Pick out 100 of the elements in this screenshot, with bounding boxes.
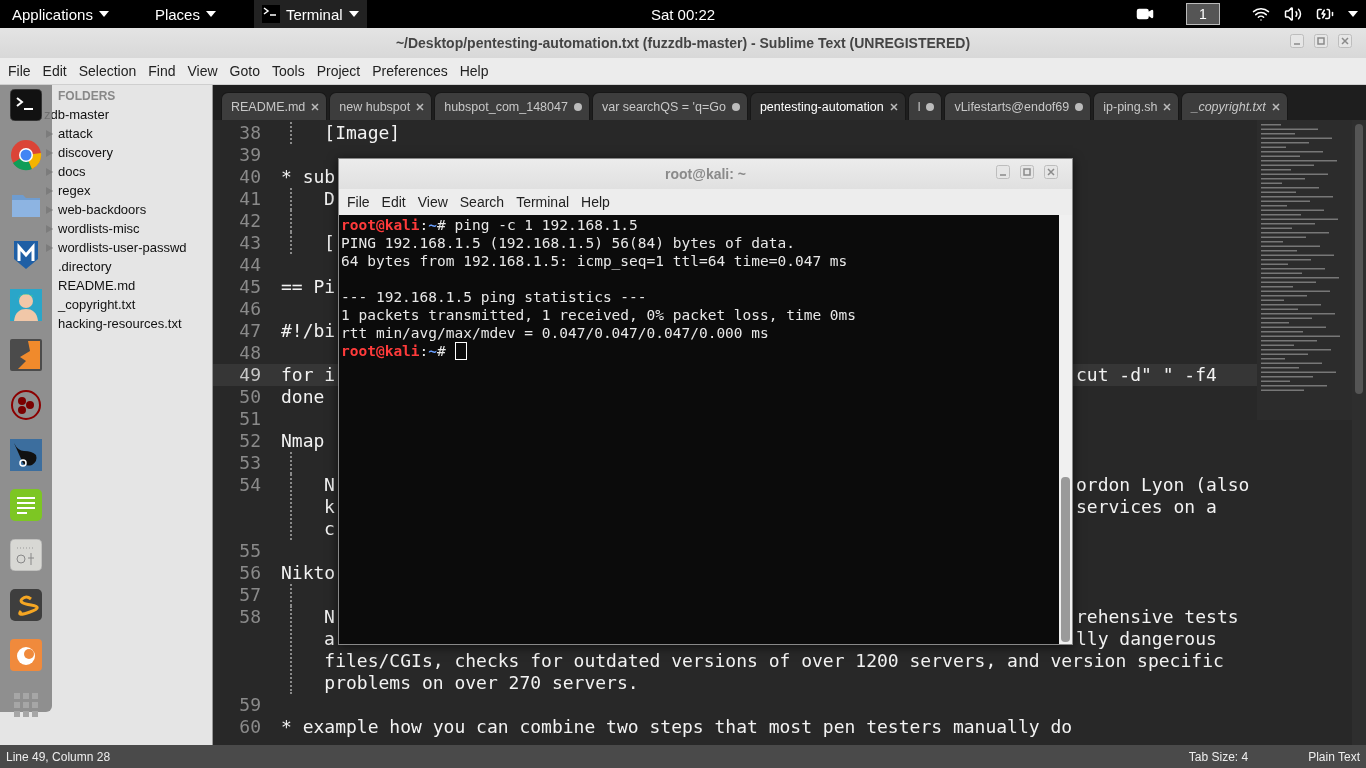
file-name[interactable]: .directory — [58, 259, 112, 274]
line-number: 47 — [238, 320, 261, 342]
sidebar-header: FOLDERS — [57, 88, 117, 105]
menu-item[interactable]: Help — [453, 63, 495, 79]
menu-item[interactable]: Search — [453, 194, 511, 210]
code-fragment: rehensive tests — [1076, 606, 1239, 627]
code-fragment: cut -d" " -f4 — [1076, 364, 1217, 385]
tab[interactable]: pentesting-automation — [749, 92, 906, 120]
window-title: ~/Desktop/pentesting-automation.txt (fuzzdb-master) - Sublime Text (UNREGISTERED) — [395, 35, 971, 51]
wifi-icon[interactable] — [1252, 5, 1270, 23]
minimize-button[interactable] — [996, 165, 1010, 179]
unsaved-dot-icon[interactable] — [573, 102, 582, 111]
code-fragment: #!/bi — [281, 320, 336, 341]
code-line: * example how you can combine two steps that most pen testers manually do — [281, 716, 1073, 738]
close-button[interactable] — [1044, 165, 1058, 179]
notes-icon[interactable] — [10, 489, 42, 521]
editor-icon[interactable] — [10, 589, 42, 621]
unsaved-dot-icon[interactable] — [1075, 102, 1084, 111]
circles-icon[interactable] — [10, 389, 42, 421]
unsaved-dot-icon[interactable] — [926, 102, 935, 111]
line-number: 54 — [238, 474, 261, 497]
browser-icon[interactable] — [10, 139, 42, 171]
file-name[interactable]: _copyright.txt — [58, 297, 136, 312]
output-line: rtt min/avg/max/mdev = 0.047/0.047/0.047/0.000 ms — [341, 324, 769, 342]
maximize-button[interactable] — [1314, 34, 1328, 48]
menu-item[interactable]: Edit — [375, 194, 412, 210]
terminal-icon[interactable] — [10, 89, 42, 121]
lightning-icon[interactable] — [10, 339, 42, 371]
scrollbar-thumb[interactable] — [1061, 477, 1070, 642]
output-line: 1 packets transmitted, 1 received, 0% packet loss, time 0ms — [341, 306, 857, 324]
tab[interactable]: var searchQS = 'q=Go — [591, 92, 748, 120]
folder-name[interactable]: web-backdoors — [58, 202, 147, 217]
menu-item[interactable]: Tools — [265, 63, 311, 79]
close-icon[interactable] — [1271, 102, 1280, 111]
tab[interactable]: README.md — [221, 92, 328, 120]
menu-item[interactable]: Help — [575, 194, 616, 210]
prompt-separator: : — [419, 342, 429, 360]
folder-name[interactable]: attack — [58, 126, 93, 141]
tab[interactable]: new hubspot — [329, 92, 433, 120]
close-icon[interactable] — [1163, 102, 1172, 111]
device-icon[interactable] — [10, 539, 42, 571]
folder-name[interactable]: wordlists-user-passwd — [58, 240, 187, 255]
top-menu[interactable]: Places — [146, 0, 224, 28]
syntax-mode[interactable]: Plain Text — [1308, 749, 1360, 764]
menu-item[interactable]: Find — [142, 63, 182, 79]
line-number: 58 — [238, 606, 261, 629]
folder-name[interactable]: docs — [58, 164, 86, 179]
file-name[interactable]: README.md — [58, 278, 136, 293]
folder-name[interactable]: discovery — [58, 145, 113, 160]
avatar-icon[interactable] — [10, 289, 42, 321]
output-line: 64 bytes from 192.168.1.5: icmp_seq=1 ttl=64 time=0.047 ms — [341, 252, 848, 270]
code-line: done — [281, 386, 325, 408]
line-number: 57 — [238, 584, 261, 606]
minimize-button[interactable] — [1290, 34, 1304, 48]
close-icon[interactable] — [416, 102, 425, 111]
scrollbar-thumb[interactable] — [1355, 124, 1363, 394]
terminal-title: root@kali: ~ — [665, 166, 746, 182]
menu-item[interactable]: File — [341, 194, 376, 210]
line-number: 38 — [238, 122, 261, 144]
code-fragment: Nmap — [281, 430, 325, 451]
folder-name[interactable]: regex — [58, 183, 91, 198]
workspace-switcher[interactable]: 1 — [1186, 3, 1220, 25]
menu-item[interactable]: View — [181, 63, 224, 79]
file-name[interactable]: hacking-resources.txt — [58, 316, 182, 331]
tab[interactable]: hubspot_com_148047 — [434, 92, 590, 120]
cursor-position: Line 49, Column 28 — [6, 749, 111, 764]
caret-icon — [1348, 11, 1358, 17]
menu-item[interactable]: View — [411, 194, 454, 210]
menu-item[interactable]: Preferences — [366, 63, 454, 79]
tab[interactable]: ip-ping.sh — [1093, 92, 1180, 120]
line-number: 39 — [238, 144, 261, 166]
clock[interactable]: Sat 00:22 — [650, 5, 716, 23]
top-menu[interactable]: Terminal — [253, 0, 367, 28]
menu-item[interactable]: Edit — [36, 63, 73, 79]
code-fragment: k — [324, 496, 335, 517]
menu-item[interactable]: Goto — [223, 63, 266, 79]
close-icon[interactable] — [311, 102, 320, 111]
volume-icon[interactable] — [1284, 5, 1302, 23]
code-fragment: N — [324, 474, 335, 495]
menu-item[interactable]: File — [2, 63, 37, 79]
code-fragment: D — [324, 188, 335, 209]
menu-item[interactable]: Terminal — [510, 194, 576, 210]
maximize-button[interactable] — [1020, 165, 1034, 179]
folder-name[interactable]: wordlists-misc — [58, 221, 140, 236]
tab[interactable]: l — [907, 92, 943, 120]
close-icon[interactable] — [889, 102, 898, 111]
tab-size[interactable]: Tab Size: 4 — [1188, 749, 1249, 764]
prompt-path: ~ — [428, 216, 438, 234]
code-fragment: lly dangerous — [1076, 628, 1217, 649]
code-fragment: N — [324, 606, 335, 627]
close-button[interactable] — [1338, 34, 1352, 48]
tab[interactable]: _copyright.txt — [1181, 92, 1288, 120]
menu-item[interactable]: Selection — [72, 63, 143, 79]
tab[interactable]: vLifestarts@endof69 — [944, 92, 1092, 120]
menu-item[interactable]: Project — [310, 63, 367, 79]
line-number: 60 — [238, 716, 261, 738]
unsaved-dot-icon[interactable] — [731, 102, 740, 111]
prompt-user: root@kali — [341, 342, 420, 360]
code-fragment: a — [324, 628, 335, 649]
top-menu[interactable]: Applications — [4, 0, 117, 28]
